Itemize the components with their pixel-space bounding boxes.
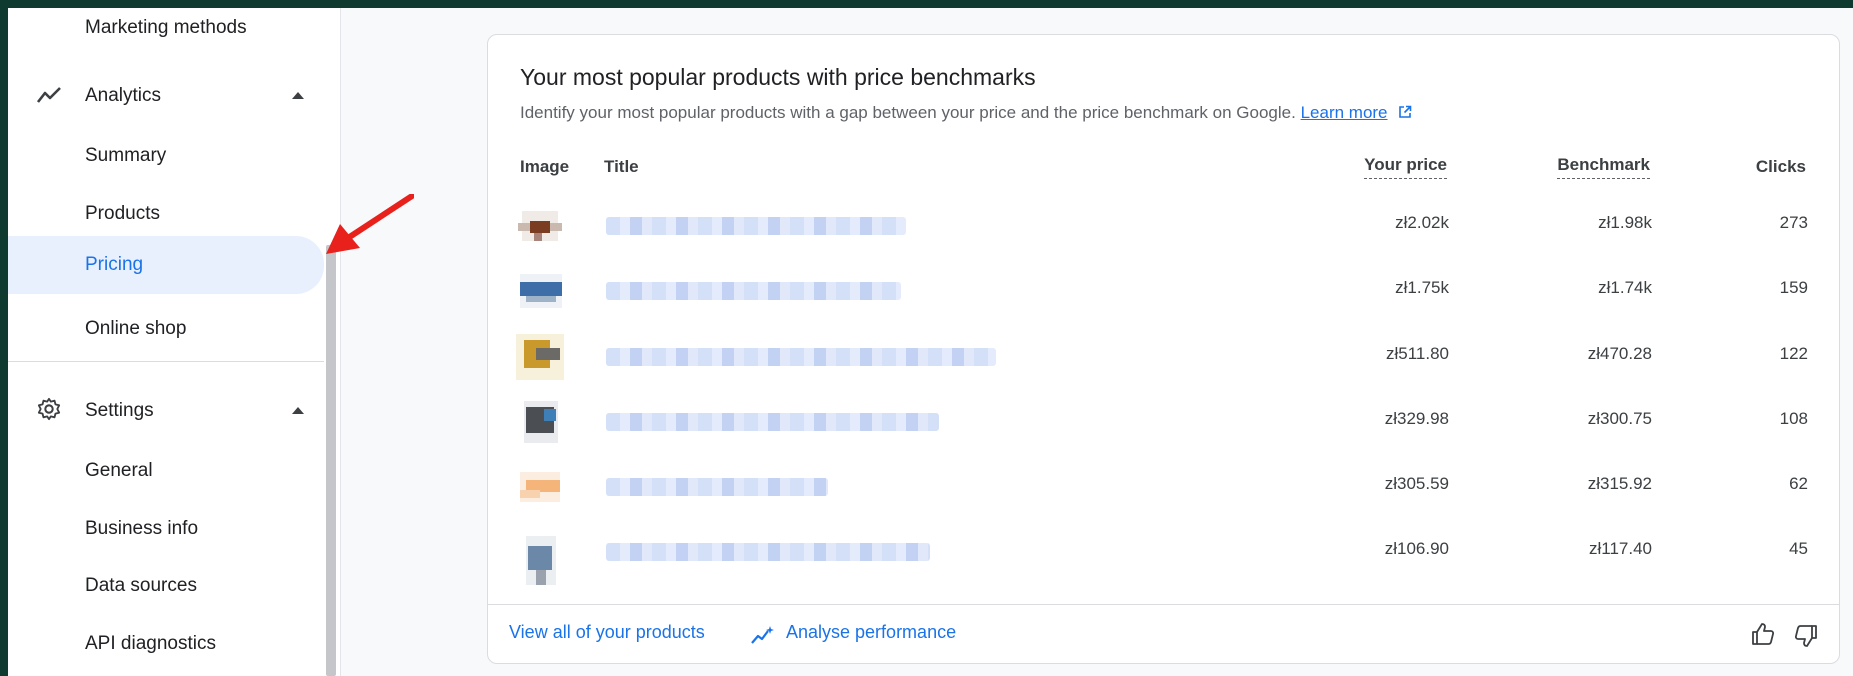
table-row[interactable]: zł1.75k zł1.74k 159	[488, 258, 1841, 322]
learn-more-link[interactable]: Learn more	[1301, 103, 1388, 122]
card-title: Your most popular products with price be…	[520, 64, 1036, 90]
row-your-price: zł329.98	[1384, 409, 1449, 428]
thumbs-up-icon[interactable]	[1750, 621, 1776, 647]
table-row[interactable]: zł329.98 zł300.75 108	[488, 389, 1841, 453]
product-image	[518, 211, 562, 241]
sidebar-item-marketing-methods[interactable]: Marketing methods	[8, 8, 324, 50]
table-row[interactable]: zł511.80 zł470.28 122	[488, 324, 1841, 388]
chevron-up-icon[interactable]	[292, 92, 304, 99]
sidebar-item-label: Pricing	[85, 254, 144, 275]
sidebar-item-api-diagnostics[interactable]: API diagnostics	[8, 616, 324, 672]
product-image	[516, 334, 564, 380]
sidebar-item-pricing[interactable]: Pricing	[8, 236, 324, 294]
row-clicks: 62	[1789, 474, 1808, 493]
sidebar-item-label: Marketing methods	[85, 17, 247, 38]
card-subtitle-text: Identify your most popular products with…	[520, 103, 1296, 122]
sidebar-item-analytics[interactable]: Analytics	[8, 68, 324, 124]
row-benchmark: zł315.92	[1587, 474, 1652, 493]
sidebar-item-label: Business info	[85, 518, 199, 539]
row-your-price: zł106.90	[1384, 539, 1449, 558]
product-title-blurred[interactable]	[606, 413, 939, 431]
row-benchmark: zł1.98k	[1598, 213, 1652, 232]
product-title-blurred[interactable]	[606, 348, 996, 366]
row-your-price: zł1.75k	[1395, 278, 1449, 297]
sidebar-item-label: General	[85, 460, 153, 481]
row-benchmark: zł300.75	[1587, 409, 1652, 428]
sidebar-item-label: Data sources	[85, 575, 197, 596]
product-image	[524, 401, 558, 443]
gear-icon	[37, 397, 61, 421]
analyse-performance-link[interactable]: Analyse performance	[786, 622, 956, 643]
column-header-title: Title	[604, 157, 639, 176]
sidebar-item-label: Online shop	[85, 318, 187, 339]
row-clicks: 108	[1779, 409, 1808, 428]
row-clicks: 122	[1779, 344, 1808, 363]
row-benchmark: zł117.40	[1588, 539, 1652, 558]
sidebar-divider	[8, 361, 324, 362]
row-benchmark: zł1.74k	[1598, 278, 1652, 297]
sidebar-item-summary[interactable]: Summary	[8, 128, 324, 184]
column-header-your-price[interactable]: Your price	[1364, 155, 1447, 179]
sidebar-item-label: Settings	[85, 400, 154, 421]
product-title-blurred[interactable]	[606, 282, 901, 300]
column-header-benchmark[interactable]: Benchmark	[1557, 155, 1650, 179]
product-image	[526, 536, 556, 585]
sidebar-item-data-sources[interactable]: Data sources	[8, 558, 324, 614]
table-row[interactable]: zł305.59 zł315.92 62	[488, 454, 1841, 518]
chevron-up-icon[interactable]	[292, 407, 304, 414]
row-clicks: 273	[1779, 213, 1808, 232]
sidebar-item-label: Products	[85, 203, 160, 224]
analytics-trend-icon	[36, 87, 61, 103]
app-window: Marketing methods Analytics Summary Prod…	[8, 8, 1853, 676]
product-title-blurred[interactable]	[606, 543, 930, 561]
column-header-clicks: Clicks	[1755, 157, 1806, 176]
product-image	[520, 274, 562, 308]
external-link-icon[interactable]	[1398, 105, 1412, 119]
product-title-blurred[interactable]	[606, 478, 828, 496]
column-header-image: Image	[520, 157, 570, 176]
sidebar-item-label: Summary	[85, 145, 167, 166]
card-subtitle: Identify your most popular products with…	[520, 103, 1412, 123]
annotation-arrow-icon	[326, 194, 414, 254]
sidebar-item-products[interactable]: Products	[8, 186, 324, 242]
row-your-price: zł511.80	[1385, 344, 1449, 363]
card-footer: View all of your products Analyse perfor…	[488, 604, 1839, 665]
sidebar-item-general[interactable]: General	[8, 443, 324, 499]
view-all-products-link[interactable]: View all of your products	[509, 622, 705, 643]
row-clicks: 45	[1789, 539, 1808, 558]
row-your-price: zł2.02k	[1395, 213, 1449, 232]
table-row[interactable]: zł106.90 zł117.40 45	[488, 519, 1841, 585]
sidebar-nav: Marketing methods Analytics Summary Prod…	[8, 8, 341, 676]
product-image	[520, 472, 560, 502]
table-row[interactable]: zł2.02k zł1.98k 273	[488, 193, 1841, 257]
sidebar-item-label: API diagnostics	[85, 633, 216, 654]
thumbs-down-icon[interactable]	[1793, 623, 1819, 649]
sidebar-item-settings[interactable]: Settings	[8, 383, 324, 439]
sidebar-scrollbar[interactable]	[326, 245, 336, 676]
row-clicks: 159	[1779, 278, 1808, 297]
price-benchmarks-card: Your most popular products with price be…	[487, 34, 1840, 664]
row-your-price: zł305.59	[1384, 474, 1449, 493]
sidebar-item-business-info[interactable]: Business info	[8, 501, 324, 557]
product-title-blurred[interactable]	[606, 217, 906, 235]
sidebar-item-online-shop[interactable]: Online shop	[8, 301, 324, 357]
row-benchmark: zł470.28	[1587, 344, 1652, 363]
insights-sparkle-icon	[751, 626, 774, 644]
sidebar-item-label: Analytics	[85, 85, 162, 106]
